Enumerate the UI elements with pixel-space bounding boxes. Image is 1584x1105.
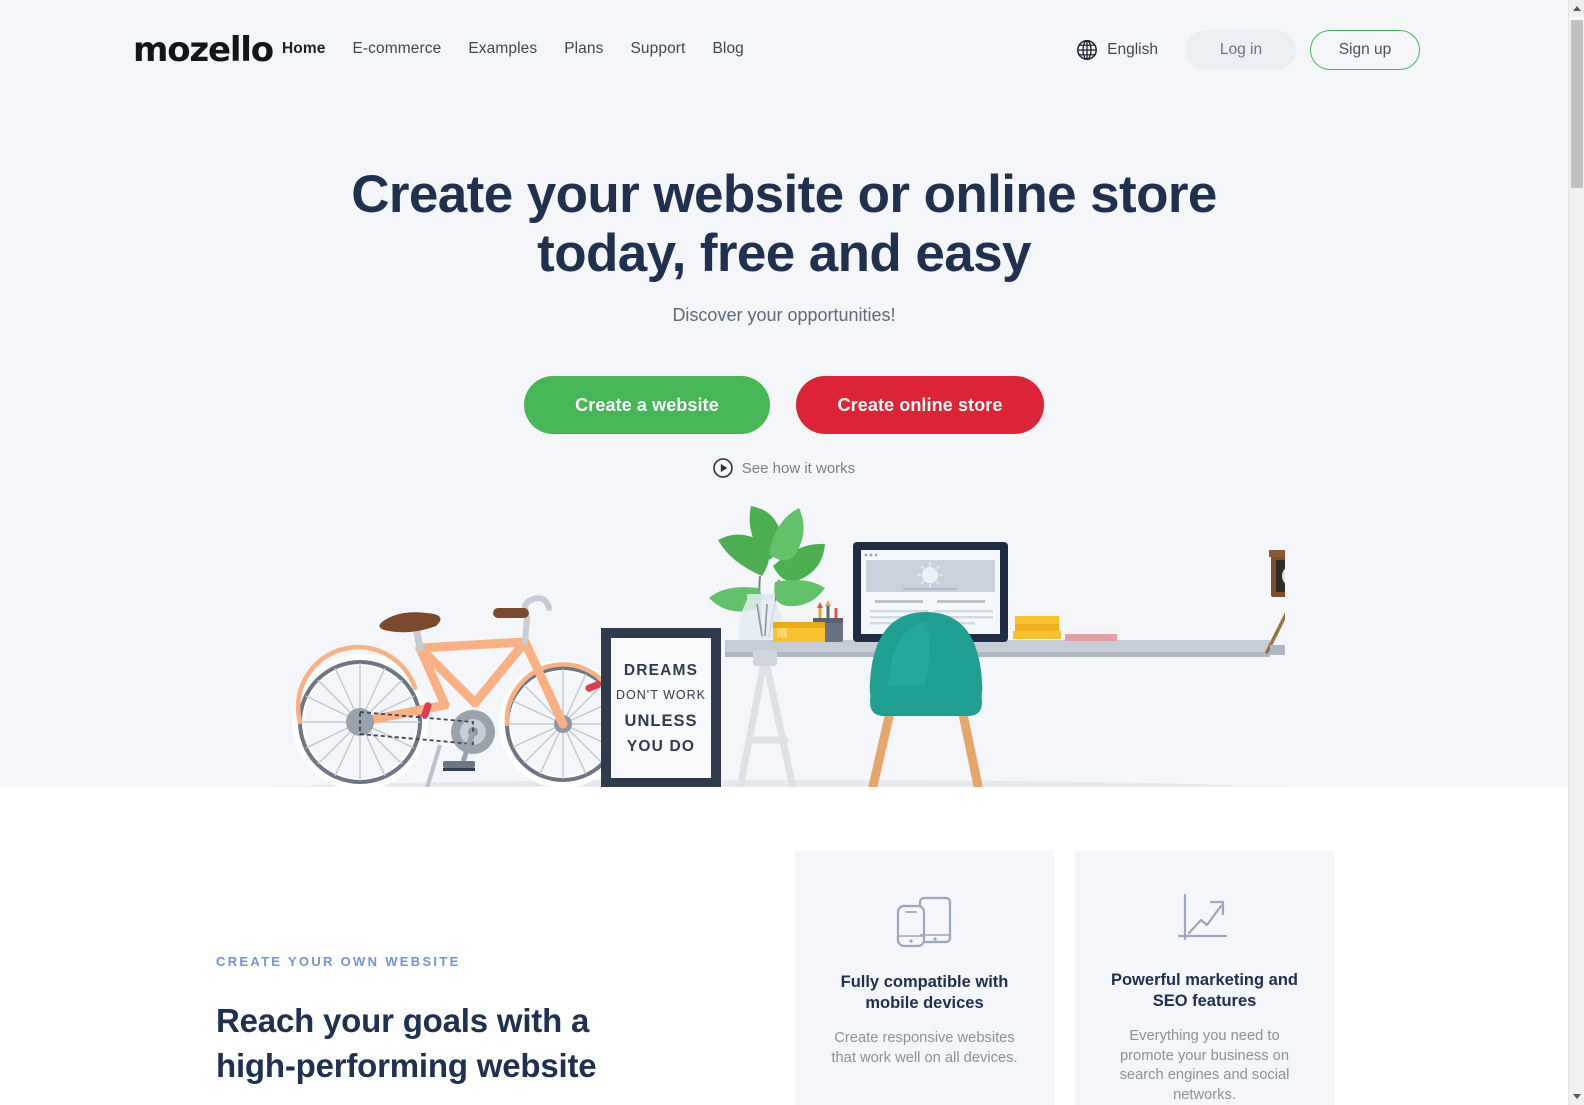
poster-line-2: DON'T WORK (616, 688, 706, 702)
globe-icon (1077, 40, 1098, 60)
nav-item-home[interactable]: Home (282, 40, 325, 58)
nav-item-blog[interactable]: Blog (712, 40, 743, 58)
create-online-store-button[interactable]: Create online store (796, 376, 1044, 434)
feature-card-marketing[interactable]: Powerful marketing and SEO features Ever… (1075, 851, 1334, 1105)
language-selector[interactable]: English (1076, 39, 1158, 61)
nav-item-support[interactable]: Support (630, 40, 685, 58)
teal-egg-chair (868, 612, 983, 791)
workspace-illustration-svg: DREAMS DON'T WORK UNLESS YOU DO (275, 506, 1528, 798)
nav-item-examples[interactable]: Examples (468, 40, 537, 58)
nav-item-plans[interactable]: Plans (564, 40, 603, 58)
section-title: Reach your goals with a high-performing … (216, 998, 736, 1088)
see-how-it-works-label: See how it works (741, 459, 856, 477)
hero-title: Create your website or online store toda… (0, 165, 1568, 283)
monstera-plant (709, 506, 825, 640)
framed-quote-poster: DREAMS DON'T WORK UNLESS YOU DO (601, 628, 721, 788)
scroll-up-arrow-icon[interactable] (1569, 0, 1584, 17)
desk-graphic (725, 640, 1270, 792)
feature-cards: Fully compatible with mobile devices Cre… (795, 851, 1334, 1105)
scroll-down-arrow-icon[interactable] (1569, 1088, 1584, 1105)
hero-title-line-2: today, free and easy (537, 224, 1031, 283)
nav-item-ecommerce[interactable]: E-commerce (352, 40, 441, 58)
logo[interactable]: mozello (133, 33, 274, 67)
header-actions: English Log in Sign up (1076, 30, 1420, 70)
scrollbar-thumb[interactable] (1571, 20, 1583, 188)
vintage-camera-tripod (1265, 550, 1321, 654)
browser-page: mozello Home E-commerce Examples Plans S… (0, 0, 1584, 1105)
hero-cta-row: Create a website Create online store (0, 376, 1568, 434)
poster-line-1: DREAMS (624, 662, 698, 679)
vertical-scrollbar[interactable] (1568, 0, 1584, 1105)
main-navigation: Home E-commerce Examples Plans Support B… (282, 40, 744, 58)
language-label: English (1107, 41, 1158, 58)
bicycle-graphic (292, 595, 627, 790)
books-stack (1013, 616, 1117, 641)
see-how-it-works-link[interactable]: See how it works (0, 458, 1568, 478)
feature-card-desc: Everything you need to promote your busi… (1119, 1028, 1290, 1103)
section-title-line-2: high-performing website (216, 1047, 597, 1084)
play-circle-icon (712, 458, 733, 478)
feature-card-title: Powerful marketing and SEO features (1110, 971, 1299, 1010)
site-header: mozello Home E-commerce Examples Plans S… (0, 0, 1568, 100)
section-title-line-1: Reach your goals with a (216, 1002, 590, 1039)
feature-card-title: Fully compatible with mobile devices (840, 973, 1009, 1012)
login-button[interactable]: Log in (1186, 30, 1296, 70)
hero-subtitle: Discover your opportunities! (672, 305, 896, 325)
signup-button[interactable]: Sign up (1310, 30, 1420, 70)
growth-chart-icon (1176, 884, 1234, 954)
feature-card-mobile[interactable]: Fully compatible with mobile devices Cre… (795, 851, 1054, 1105)
hero-title-line-1: Create your website or online store (351, 165, 1217, 224)
create-website-button[interactable]: Create a website (524, 376, 770, 434)
mobile-devices-icon (894, 884, 956, 956)
poster-line-3: UNLESS (625, 712, 698, 730)
drawer-cabinet (1270, 645, 1385, 789)
feature-card-desc: Create responsive websites that work wel… (831, 1030, 1018, 1066)
hero-illustration: DREAMS DON'T WORK UNLESS YOU DO (275, 500, 1528, 800)
poster-line-4: YOU DO (627, 738, 695, 755)
section-eyebrow: CREATE YOUR OWN WEBSITE (216, 954, 461, 969)
page-viewport: mozello Home E-commerce Examples Plans S… (0, 0, 1568, 1105)
yellow-box (773, 622, 825, 642)
